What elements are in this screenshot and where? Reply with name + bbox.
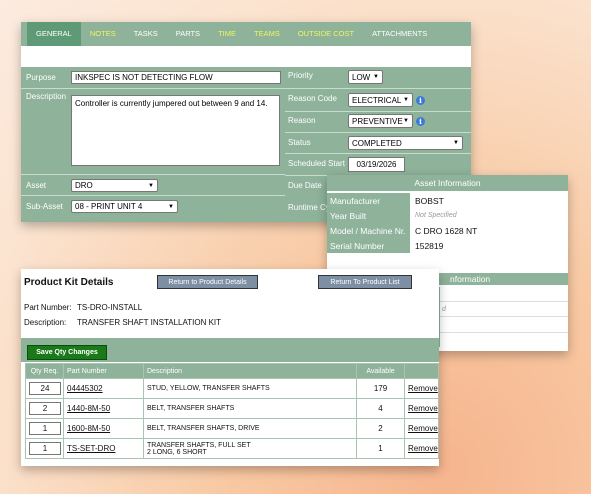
purpose-label: Purpose xyxy=(21,69,69,87)
asset-field-label: Manufacturer xyxy=(327,193,410,208)
chevron-down-icon: ▼ xyxy=(403,118,409,124)
part-description: BELT, TRANSFER SHAFTS xyxy=(143,398,357,419)
part-number-value: TS-DRO-INSTALL xyxy=(77,303,143,312)
reason-code-select[interactable]: ELECTRICAL ▼ xyxy=(348,93,413,107)
asset-field-label: Year Built xyxy=(327,208,410,223)
asset-field-label: Serial Number xyxy=(327,238,410,253)
column-header-actions xyxy=(404,363,439,379)
tab-tasks[interactable]: TASKS xyxy=(125,22,167,46)
available-qty: 1 xyxy=(356,438,405,459)
column-header-description: Description xyxy=(143,363,357,379)
page-title: Product Kit Details xyxy=(24,277,114,288)
status-label: Status xyxy=(283,138,343,152)
part-number-link[interactable]: 1600-8M-50 xyxy=(63,418,144,439)
qty-input[interactable]: 2 xyxy=(29,402,61,415)
kit-description-value: TRANSFER SHAFT INSTALLATION KIT xyxy=(77,318,222,327)
asset-row-serial: Serial Number 152819 xyxy=(327,238,568,253)
asset-select-value: DRO xyxy=(75,181,93,190)
column-header-part-number: Part Number xyxy=(63,363,144,379)
remove-link[interactable]: Remove xyxy=(404,378,439,399)
part-description: STUD, YELLOW, TRANSFER SHAFTS xyxy=(143,378,357,399)
asset-information-header: Asset Information xyxy=(327,175,568,191)
priority-select-value: LOW xyxy=(352,72,371,82)
asset-row-manufacturer: Manufacturer BOBST xyxy=(327,193,568,208)
column-header-qty: Qty Req. xyxy=(25,363,64,379)
available-qty: 179 xyxy=(356,378,405,399)
reason-code-select-value: ELECTRICAL xyxy=(352,95,402,105)
reason-select-value: PREVENTIVE xyxy=(352,116,403,126)
asset-select[interactable]: DRO ▼ xyxy=(71,179,158,192)
return-to-product-details-button[interactable]: Return to Product Details xyxy=(157,275,258,289)
priority-select[interactable]: LOW ▼ xyxy=(348,70,383,84)
chevron-down-icon: ▼ xyxy=(453,140,459,146)
qty-input[interactable]: 24 xyxy=(29,382,61,395)
status-select[interactable]: COMPLETED ▼ xyxy=(348,136,463,150)
qty-input[interactable]: 1 xyxy=(29,422,61,435)
reason-code-label: Reason Code xyxy=(283,94,343,108)
chevron-down-icon: ▼ xyxy=(148,182,154,189)
priority-label: Priority xyxy=(283,71,343,85)
reason-label: Reason xyxy=(283,116,343,130)
return-to-product-list-button[interactable]: Return To Product List xyxy=(318,275,412,289)
reason-select[interactable]: PREVENTIVE ▼ xyxy=(348,114,413,128)
table-row: 1 1600-8M-50 BELT, TRANSFER SHAFTS, DRIV… xyxy=(25,418,439,439)
remove-link[interactable]: Remove xyxy=(404,438,439,459)
available-qty: 4 xyxy=(356,398,405,419)
asset-field-value: C DRO 1628 NT xyxy=(415,225,478,236)
subasset-select[interactable]: 08 - PRINT UNIT 4 ▼ xyxy=(71,200,178,213)
asset-field-value: 152819 xyxy=(415,240,444,251)
asset-field-value: Not Specified xyxy=(415,212,457,219)
description-label: Description xyxy=(21,90,69,104)
part-description-line: 2 LONG, 6 SHORT xyxy=(147,448,207,456)
remove-link[interactable]: Remove xyxy=(404,418,439,439)
subasset-select-value: 08 - PRINT UNIT 4 xyxy=(75,202,143,211)
part-number-link[interactable]: 04445302 xyxy=(63,378,144,399)
tab-general[interactable]: GENERAL xyxy=(27,22,81,46)
table-row: 1 TS-SET-DRO TRANSFER SHAFTS, FULL SET 2… xyxy=(25,438,439,459)
info-icon[interactable]: i xyxy=(416,117,425,126)
work-order-tabs: GENERAL NOTES TASKS PARTS TIME TEAMS OUT… xyxy=(21,22,471,46)
table-row: 2 1440-8M-50 BELT, TRANSFER SHAFTS 4 Rem… xyxy=(25,398,439,419)
info-icon[interactable]: i xyxy=(416,96,425,105)
scheduled-start-label: Scheduled Start xyxy=(283,159,345,173)
available-qty: 2 xyxy=(356,418,405,439)
tab-outside-cost[interactable]: OUTSIDE COST xyxy=(289,22,363,46)
description-textarea[interactable]: Controller is currently jumpered out bet… xyxy=(71,95,280,166)
tab-parts[interactable]: PARTS xyxy=(167,22,209,46)
column-header-available: Available xyxy=(356,363,405,379)
tab-teams[interactable]: TEAMS xyxy=(245,22,289,46)
asset-field-label: Model / Machine Nr. xyxy=(327,223,410,238)
chevron-down-icon: ▼ xyxy=(168,203,174,210)
part-description-line: TRANSFER SHAFTS, FULL SET xyxy=(147,441,251,449)
tab-time[interactable]: TIME xyxy=(209,22,245,46)
part-description: TRANSFER SHAFTS, FULL SET 2 LONG, 6 SHOR… xyxy=(143,438,357,459)
save-qty-changes-button[interactable]: Save Qty Changes xyxy=(27,345,107,360)
chevron-down-icon: ▼ xyxy=(373,74,379,80)
part-number-label: Part Number: xyxy=(24,303,72,312)
part-number-link[interactable]: TS-SET-DRO xyxy=(63,438,144,459)
remove-link[interactable]: Remove xyxy=(404,398,439,419)
tab-attachments[interactable]: ATTACHMENTS xyxy=(363,22,436,46)
purpose-input[interactable]: INKSPEC IS NOT DETECTING FLOW xyxy=(71,71,281,84)
asset-field-value: BOBST xyxy=(415,195,444,206)
status-select-value: COMPLETED xyxy=(352,138,402,148)
second-section-title: nformation xyxy=(450,274,491,284)
scheduled-start-input[interactable]: 03/19/2026 xyxy=(348,157,405,172)
tab-notes[interactable]: NOTES xyxy=(81,22,125,46)
asset-label: Asset xyxy=(21,179,69,193)
asset-row-model: Model / Machine Nr. C DRO 1628 NT xyxy=(327,223,568,238)
table-row: 24 04445302 STUD, YELLOW, TRANSFER SHAFT… xyxy=(25,378,439,399)
tab-content-spacer xyxy=(21,46,471,67)
qty-input[interactable]: 1 xyxy=(29,442,61,455)
chevron-down-icon: ▼ xyxy=(403,97,409,103)
subasset-label: Sub-Asset xyxy=(21,200,69,214)
part-number-link[interactable]: 1440-8M-50 xyxy=(63,398,144,419)
partial-value: d xyxy=(442,306,446,313)
asset-row-year-built: Year Built Not Specified xyxy=(327,208,568,223)
kit-parts-table: Qty Req. Part Number Description Availab… xyxy=(25,363,439,459)
product-kit-panel: Product Kit Details Return to Product De… xyxy=(21,269,439,466)
kit-description-label: Description: xyxy=(24,318,67,327)
part-description: BELT, TRANSFER SHAFTS, DRIVE xyxy=(143,418,357,439)
